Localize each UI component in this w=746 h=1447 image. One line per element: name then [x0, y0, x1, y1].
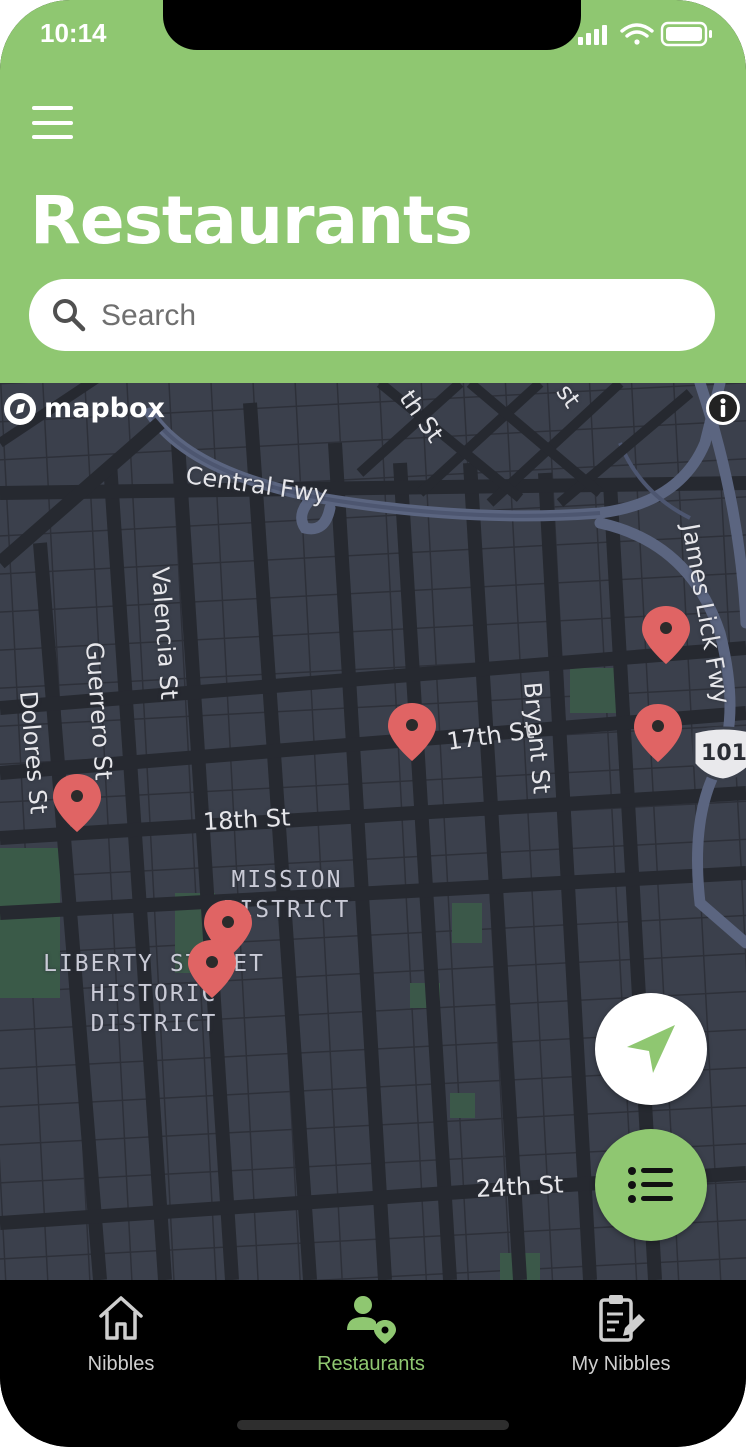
app-screen: 10:14 Restaurants Search Central Fwy Val… [0, 0, 746, 1447]
restaurant-pin[interactable] [640, 604, 692, 666]
signal-icon [578, 25, 607, 45]
location-arrow-icon [627, 1025, 675, 1073]
street-label-24th: 24th St [475, 1170, 565, 1203]
tab-nibbles[interactable]: Nibbles [11, 1290, 231, 1390]
restaurant-pin[interactable] [386, 701, 438, 763]
battery-icon [660, 21, 712, 47]
street-label-18th: 18th St [202, 803, 292, 836]
current-location-button[interactable] [595, 993, 707, 1105]
device-notch [163, 0, 581, 50]
page-title: Restaurants [30, 182, 473, 259]
search-icon [53, 299, 86, 332]
wifi-icon [620, 23, 654, 45]
home-indicator [237, 1420, 509, 1430]
header: 10:14 Restaurants [0, 0, 746, 383]
svg-text:101: 101 [701, 741, 746, 766]
restaurant-pin[interactable] [186, 938, 238, 1000]
search-input[interactable] [99, 291, 683, 341]
highway-shield-101: 101 [692, 726, 746, 782]
tab-restaurants[interactable]: Restaurants [261, 1290, 481, 1390]
person-location-icon [347, 1296, 396, 1344]
home-icon [99, 1296, 143, 1340]
mapbox-logo-icon [4, 393, 36, 425]
clipboard-edit-icon [599, 1295, 645, 1342]
tab-label: Nibbles [87, 1353, 155, 1375]
mapbox-wordmark: mapbox [44, 393, 165, 424]
tab-my-nibbles[interactable]: My Nibbles [511, 1290, 731, 1390]
map-view[interactable]: Central Fwy Valencia St Guerrero St Dolo… [0, 383, 746, 1280]
status-time: 10:14 [40, 18, 107, 48]
search-bar[interactable] [29, 279, 715, 351]
info-icon [709, 394, 737, 422]
list-view-button[interactable] [595, 1129, 707, 1241]
tab-label: My Nibbles [571, 1353, 671, 1375]
hamburger-menu-button[interactable] [32, 106, 74, 140]
list-icon [628, 1167, 673, 1203]
restaurant-pin[interactable] [51, 772, 103, 834]
tab-label: Restaurants [317, 1353, 425, 1375]
restaurant-pin[interactable] [632, 702, 684, 764]
status-icons [578, 21, 712, 47]
map-info-button[interactable] [706, 391, 740, 425]
